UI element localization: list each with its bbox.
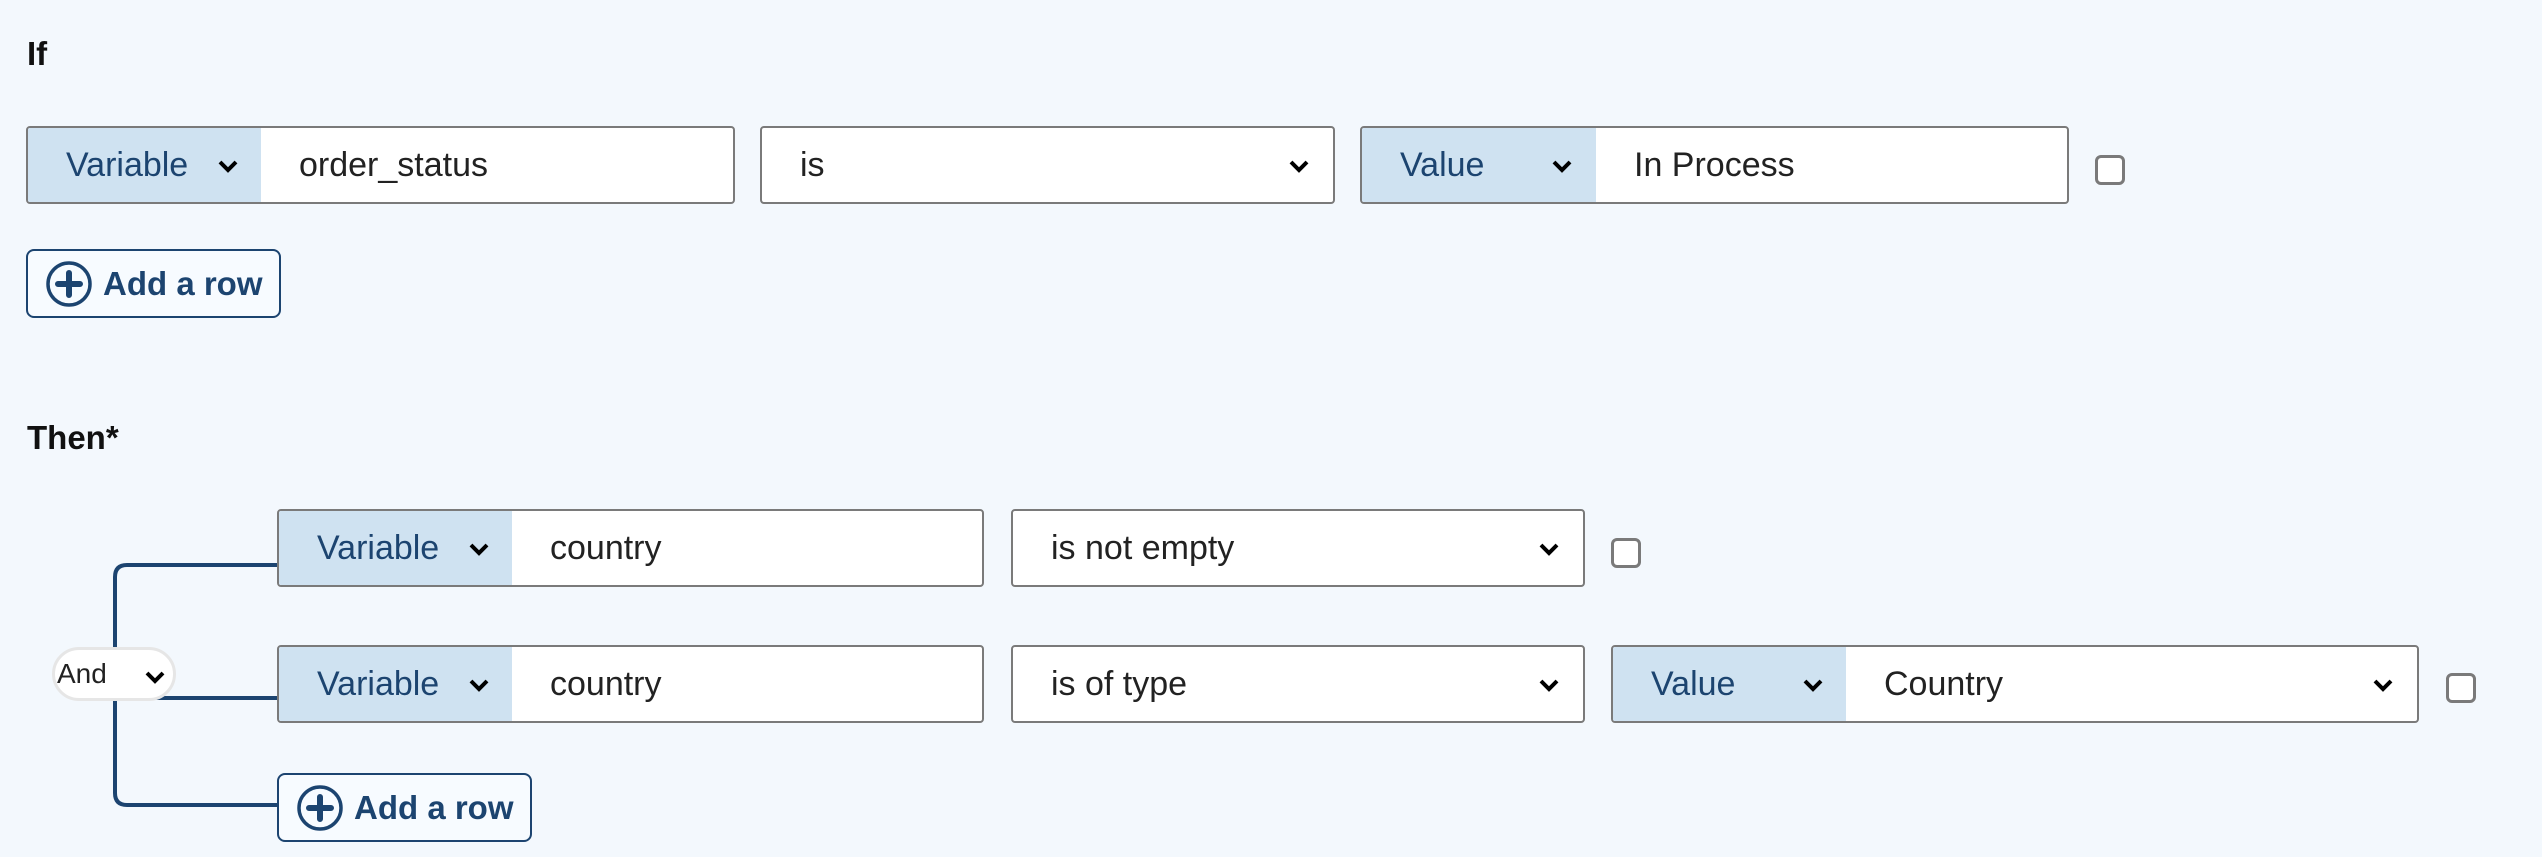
logic-operator-select[interactable]: And [52, 647, 176, 701]
type-label: Value [1400, 145, 1485, 184]
value-label: Country [1884, 664, 2004, 703]
operator-label: is of type [1051, 664, 1188, 703]
then-row-1-left-operand: Variable country [277, 509, 984, 587]
then-row-2-right-type-select[interactable]: Value [1613, 647, 1846, 721]
add-row-label: Add a row [103, 264, 263, 302]
then-row-2-right-operand: Value Country [1611, 645, 2419, 723]
then-row-1-left-value-input[interactable]: country [512, 511, 982, 585]
chevron-down-icon [1289, 159, 1309, 173]
plus-circle-icon [296, 784, 344, 832]
chevron-down-icon [1539, 678, 1559, 692]
if-add-row-button[interactable]: Add a row [26, 249, 281, 318]
then-row-2-right-value-select[interactable]: Country [1846, 647, 2417, 721]
if-row-1-right-type-select[interactable]: Value [1362, 128, 1596, 202]
logic-operator-label: And [57, 658, 107, 689]
then-row-1-left-type-select[interactable]: Variable [279, 511, 512, 585]
type-label: Variable [66, 145, 189, 184]
if-row-1-checkbox[interactable] [2095, 155, 2125, 185]
operator-label: is not empty [1051, 528, 1235, 567]
chevron-down-icon [1539, 542, 1559, 556]
chevron-down-icon [2373, 678, 2393, 692]
type-label: Variable [317, 528, 440, 567]
chevron-down-icon [1552, 159, 1572, 173]
chevron-down-icon [218, 159, 238, 173]
then-row-2-left-operand: Variable country [277, 645, 984, 723]
operator-label: is [800, 145, 825, 184]
plus-circle-icon [45, 260, 93, 308]
then-row-1-operator-select[interactable]: is not empty [1011, 509, 1585, 587]
then-add-row-button[interactable]: Add a row [277, 773, 532, 842]
then-row-2-operator-select[interactable]: is of type [1011, 645, 1585, 723]
if-row-1-right-value-input[interactable]: In Process [1596, 128, 2067, 202]
if-row-1-left-value-input[interactable]: order_status [261, 128, 733, 202]
if-row-1-left-type-select[interactable]: Variable [28, 128, 261, 202]
then-row-2-left-type-select[interactable]: Variable [279, 647, 512, 721]
add-row-label: Add a row [354, 788, 514, 826]
chevron-down-icon [145, 670, 165, 684]
chevron-down-icon [469, 542, 489, 556]
then-row-1-checkbox[interactable] [1611, 538, 1641, 568]
if-row-1-operator-select[interactable]: is [760, 126, 1335, 204]
then-heading: Then* [27, 419, 119, 456]
then-row-2-checkbox[interactable] [2446, 673, 2476, 703]
if-heading: If [27, 35, 48, 72]
then-row-2-left-value-input[interactable]: country [512, 647, 982, 721]
type-label: Variable [317, 664, 440, 703]
if-row-1-right-operand: Value In Process [1360, 126, 2069, 204]
type-label: Value [1651, 664, 1736, 703]
if-row-1-left-operand: Variable order_status [26, 126, 735, 204]
chevron-down-icon [1803, 678, 1823, 692]
chevron-down-icon [469, 678, 489, 692]
